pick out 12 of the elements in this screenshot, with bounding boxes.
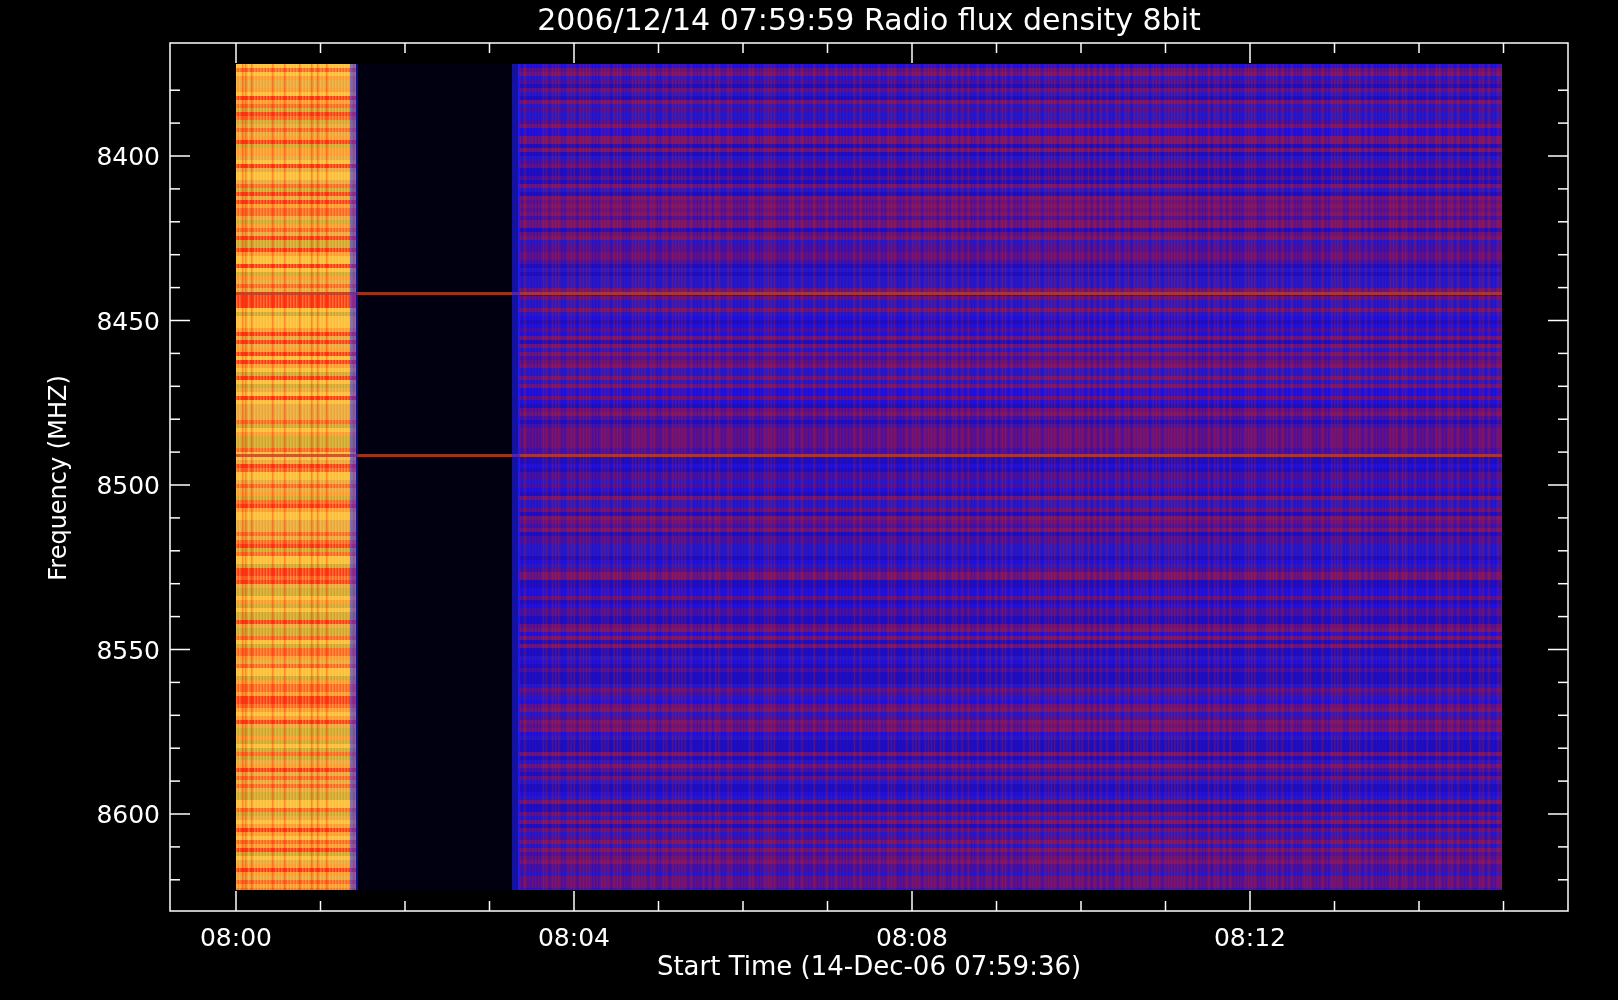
x-tick-label: 08:00 xyxy=(200,923,272,952)
y-tick-label: 8400 xyxy=(96,142,160,171)
y-tick-label: 8450 xyxy=(96,306,160,336)
y-axis-label: Frequency (MHZ) xyxy=(44,375,72,581)
y-tick-label: 8500 xyxy=(96,471,160,500)
x-tick-label: 08:12 xyxy=(1214,923,1286,952)
plot-title: 2006/12/14 07:59:59 Radio flux density 8bit xyxy=(537,2,1201,37)
y-tick-label: 8550 xyxy=(96,635,160,665)
x-tick-label: 08:04 xyxy=(538,923,610,952)
x-tick-label: 08:08 xyxy=(876,923,948,952)
x-axis-label: Start Time (14-Dec-06 07:59:36) xyxy=(656,951,1082,981)
y-tick-label: 8600 xyxy=(96,800,160,829)
